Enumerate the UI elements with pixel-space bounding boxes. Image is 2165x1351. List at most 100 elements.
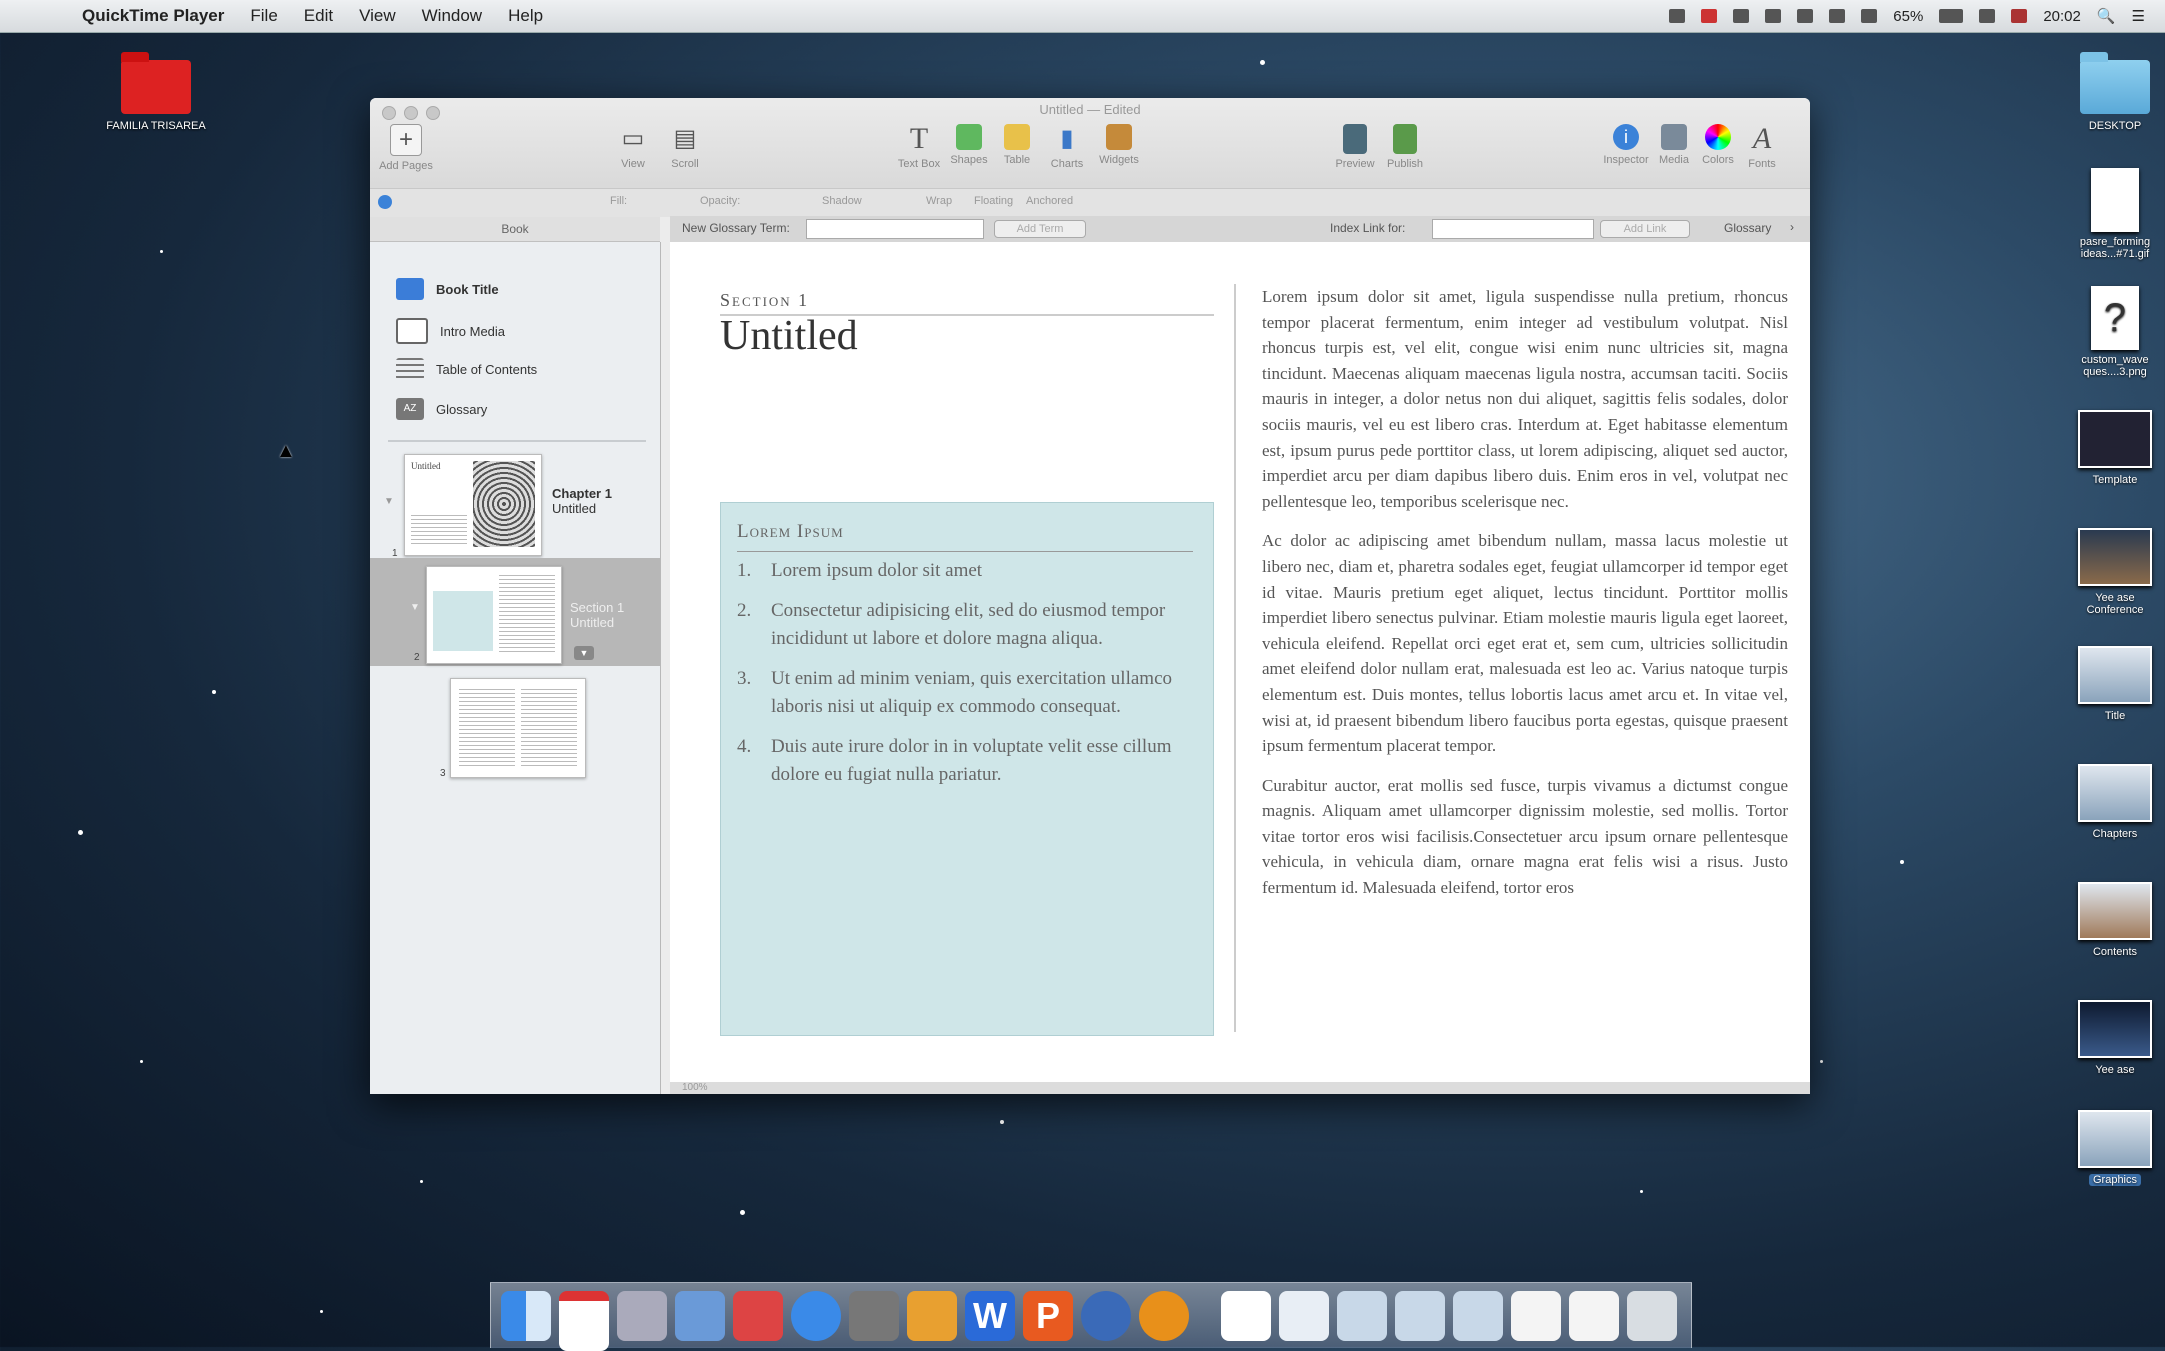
volume-icon[interactable] (1979, 9, 1996, 23)
document-icon[interactable] (1511, 1291, 1561, 1341)
media-button[interactable]: Media (1652, 124, 1696, 166)
status-icon[interactable] (1797, 9, 1814, 23)
desktop-icon-file[interactable]: Contents (2065, 882, 2165, 958)
finder-icon[interactable] (501, 1291, 551, 1341)
trash-icon[interactable] (1627, 1291, 1677, 1341)
shadow-checkbox[interactable]: Shadow (822, 195, 862, 207)
desktop-icon-file[interactable]: Chapters (2065, 764, 2165, 840)
flag-icon[interactable] (2011, 9, 2028, 23)
status-icon[interactable] (1733, 9, 1750, 23)
body-text[interactable]: Lorem ipsum dolor sit amet, ligula suspe… (1262, 284, 1788, 927)
screenshot-icon[interactable] (1337, 1291, 1387, 1341)
menu-file[interactable]: File (250, 6, 277, 26)
sidebar-text-box[interactable]: Lorem Ipsum 1. Lorem ipsum dolor sit amet… (720, 502, 1214, 1036)
disclosure-triangle-icon[interactable]: ▼ (384, 496, 394, 507)
document-icon[interactable] (1569, 1291, 1619, 1341)
section-label[interactable]: Section 1 Untitled (570, 600, 624, 630)
sidebar-item-intro-media[interactable]: Intro Media (396, 318, 505, 344)
document-title[interactable]: Untitled (720, 312, 858, 360)
menu-edit[interactable]: Edit (304, 6, 333, 26)
status-icon[interactable] (1765, 9, 1782, 23)
desktop-icon-label: Yee ase Conference (2086, 592, 2144, 616)
desktop-icon-desktop[interactable]: DESKTOP (2065, 52, 2165, 132)
document-canvas[interactable]: Section 1 Untitled Lorem Ipsum 1. Lorem i… (670, 242, 1810, 1082)
chevron-right-icon[interactable]: › (1790, 220, 1794, 234)
launchpad-icon[interactable] (617, 1291, 667, 1341)
anchored-button[interactable]: Anchored (1026, 195, 1073, 207)
document-icon[interactable] (1279, 1291, 1329, 1341)
desktop-icon-file[interactable]: pasre_forming ideas...#71.gif (2065, 168, 2165, 260)
widgets-button[interactable]: Widgets (1092, 124, 1146, 166)
charts-button[interactable]: ▮ Charts (1042, 124, 1092, 170)
apple-menu-icon[interactable] (36, 6, 54, 26)
add-pages-button[interactable]: + Add Pages (376, 124, 436, 172)
status-icon[interactable] (1829, 9, 1846, 23)
app-icon[interactable] (849, 1291, 899, 1341)
table-button[interactable]: Table (994, 124, 1040, 166)
preview-button[interactable]: Preview (1330, 124, 1380, 170)
powerpoint-icon[interactable]: P (1023, 1291, 1073, 1341)
desktop-icon-file[interactable]: Title (2065, 646, 2165, 722)
style-icon[interactable] (378, 195, 392, 209)
sidebar-item-toc[interactable]: Table of Contents (396, 358, 537, 380)
spotlight-icon[interactable]: 🔍 (2097, 7, 2116, 25)
section-thumbnail[interactable] (426, 566, 562, 664)
colors-button[interactable]: Colors (1696, 124, 1740, 166)
app-icon[interactable] (907, 1291, 957, 1341)
clock[interactable]: 20:02 (2043, 8, 2081, 25)
section-row-selected[interactable]: ▼ 2 Section 1 Untitled ▼ (370, 558, 660, 666)
sidebar-item-book-title[interactable]: Book Title (396, 278, 499, 300)
add-term-button[interactable]: Add Term (994, 220, 1086, 238)
menu-help[interactable]: Help (508, 6, 543, 26)
wrap-button[interactable]: Wrap (926, 195, 952, 207)
fonts-button[interactable]: A Fonts (1740, 124, 1784, 171)
index-link-select[interactable] (1432, 219, 1594, 239)
calendar-icon[interactable] (559, 1291, 609, 1351)
sidebar-header[interactable]: Book (370, 217, 660, 242)
chapter-thumbnail[interactable]: Untitled (404, 454, 542, 556)
safari-icon[interactable] (791, 1291, 841, 1341)
view-button[interactable]: ▭ View (608, 124, 658, 170)
text-box-button[interactable]: T Text Box (894, 124, 944, 171)
zoom-level[interactable]: 100% (682, 1082, 708, 1093)
desktop-icon-familia[interactable]: FAMILIA TRISAREA (106, 52, 206, 132)
battery-percent[interactable]: 65% (1893, 8, 1923, 25)
sidebar-item-glossary[interactable]: AZ Glossary (396, 398, 487, 420)
new-glossary-term-input[interactable] (806, 219, 984, 239)
desktop-icon-file[interactable]: Yee ase (2065, 1000, 2165, 1076)
shapes-button[interactable]: Shapes (944, 124, 994, 166)
glossary-button[interactable]: Glossary (1724, 221, 1771, 235)
inspector-button[interactable]: i Inspector (1598, 124, 1654, 166)
floating-button[interactable]: Floating (974, 195, 1013, 207)
desktop-icon-file[interactable]: Template (2065, 410, 2165, 486)
quicktime-icon[interactable] (1081, 1291, 1131, 1341)
page-3-thumbnail[interactable] (450, 678, 586, 778)
screenshot-icon[interactable] (1395, 1291, 1445, 1341)
layout-menu-icon[interactable]: ▼ (574, 646, 594, 660)
menu-view[interactable]: View (359, 6, 396, 26)
status-icon[interactable] (1669, 9, 1686, 23)
preview-app-icon[interactable] (675, 1291, 725, 1341)
desktop-icon-file[interactable]: Graphics (2065, 1110, 2165, 1186)
add-link-button[interactable]: Add Link (1600, 220, 1690, 238)
desktop-icon-file[interactable]: Yee ase Conference (2065, 528, 2165, 616)
battery-icon[interactable] (1939, 9, 1964, 23)
menu-window[interactable]: Window (422, 6, 482, 26)
wifi-icon[interactable] (1861, 9, 1878, 23)
app-icon[interactable] (733, 1291, 783, 1341)
word-icon[interactable]: W (965, 1291, 1015, 1341)
disclosure-triangle-icon[interactable]: ▼ (410, 602, 420, 613)
publish-button[interactable]: Publish (1380, 124, 1430, 170)
ibooks-author-icon[interactable] (1139, 1291, 1189, 1341)
section-heading[interactable]: Section 1 (720, 290, 809, 311)
scroll-button[interactable]: ▤ Scroll (660, 124, 710, 170)
status-icon[interactable] (1701, 9, 1718, 23)
charts-icon: ▮ (1060, 125, 1074, 152)
chapter-label[interactable]: Chapter 1 Untitled (552, 486, 612, 516)
desktop-icon-file[interactable]: ? custom_wave ques....3.png (2065, 286, 2165, 378)
screenshot-icon[interactable] (1453, 1291, 1503, 1341)
document-icon[interactable] (1221, 1291, 1271, 1341)
menu-app-name[interactable]: QuickTime Player (82, 6, 224, 26)
notification-center-icon[interactable]: ☰ (2132, 7, 2145, 25)
publish-icon (1393, 124, 1417, 154)
